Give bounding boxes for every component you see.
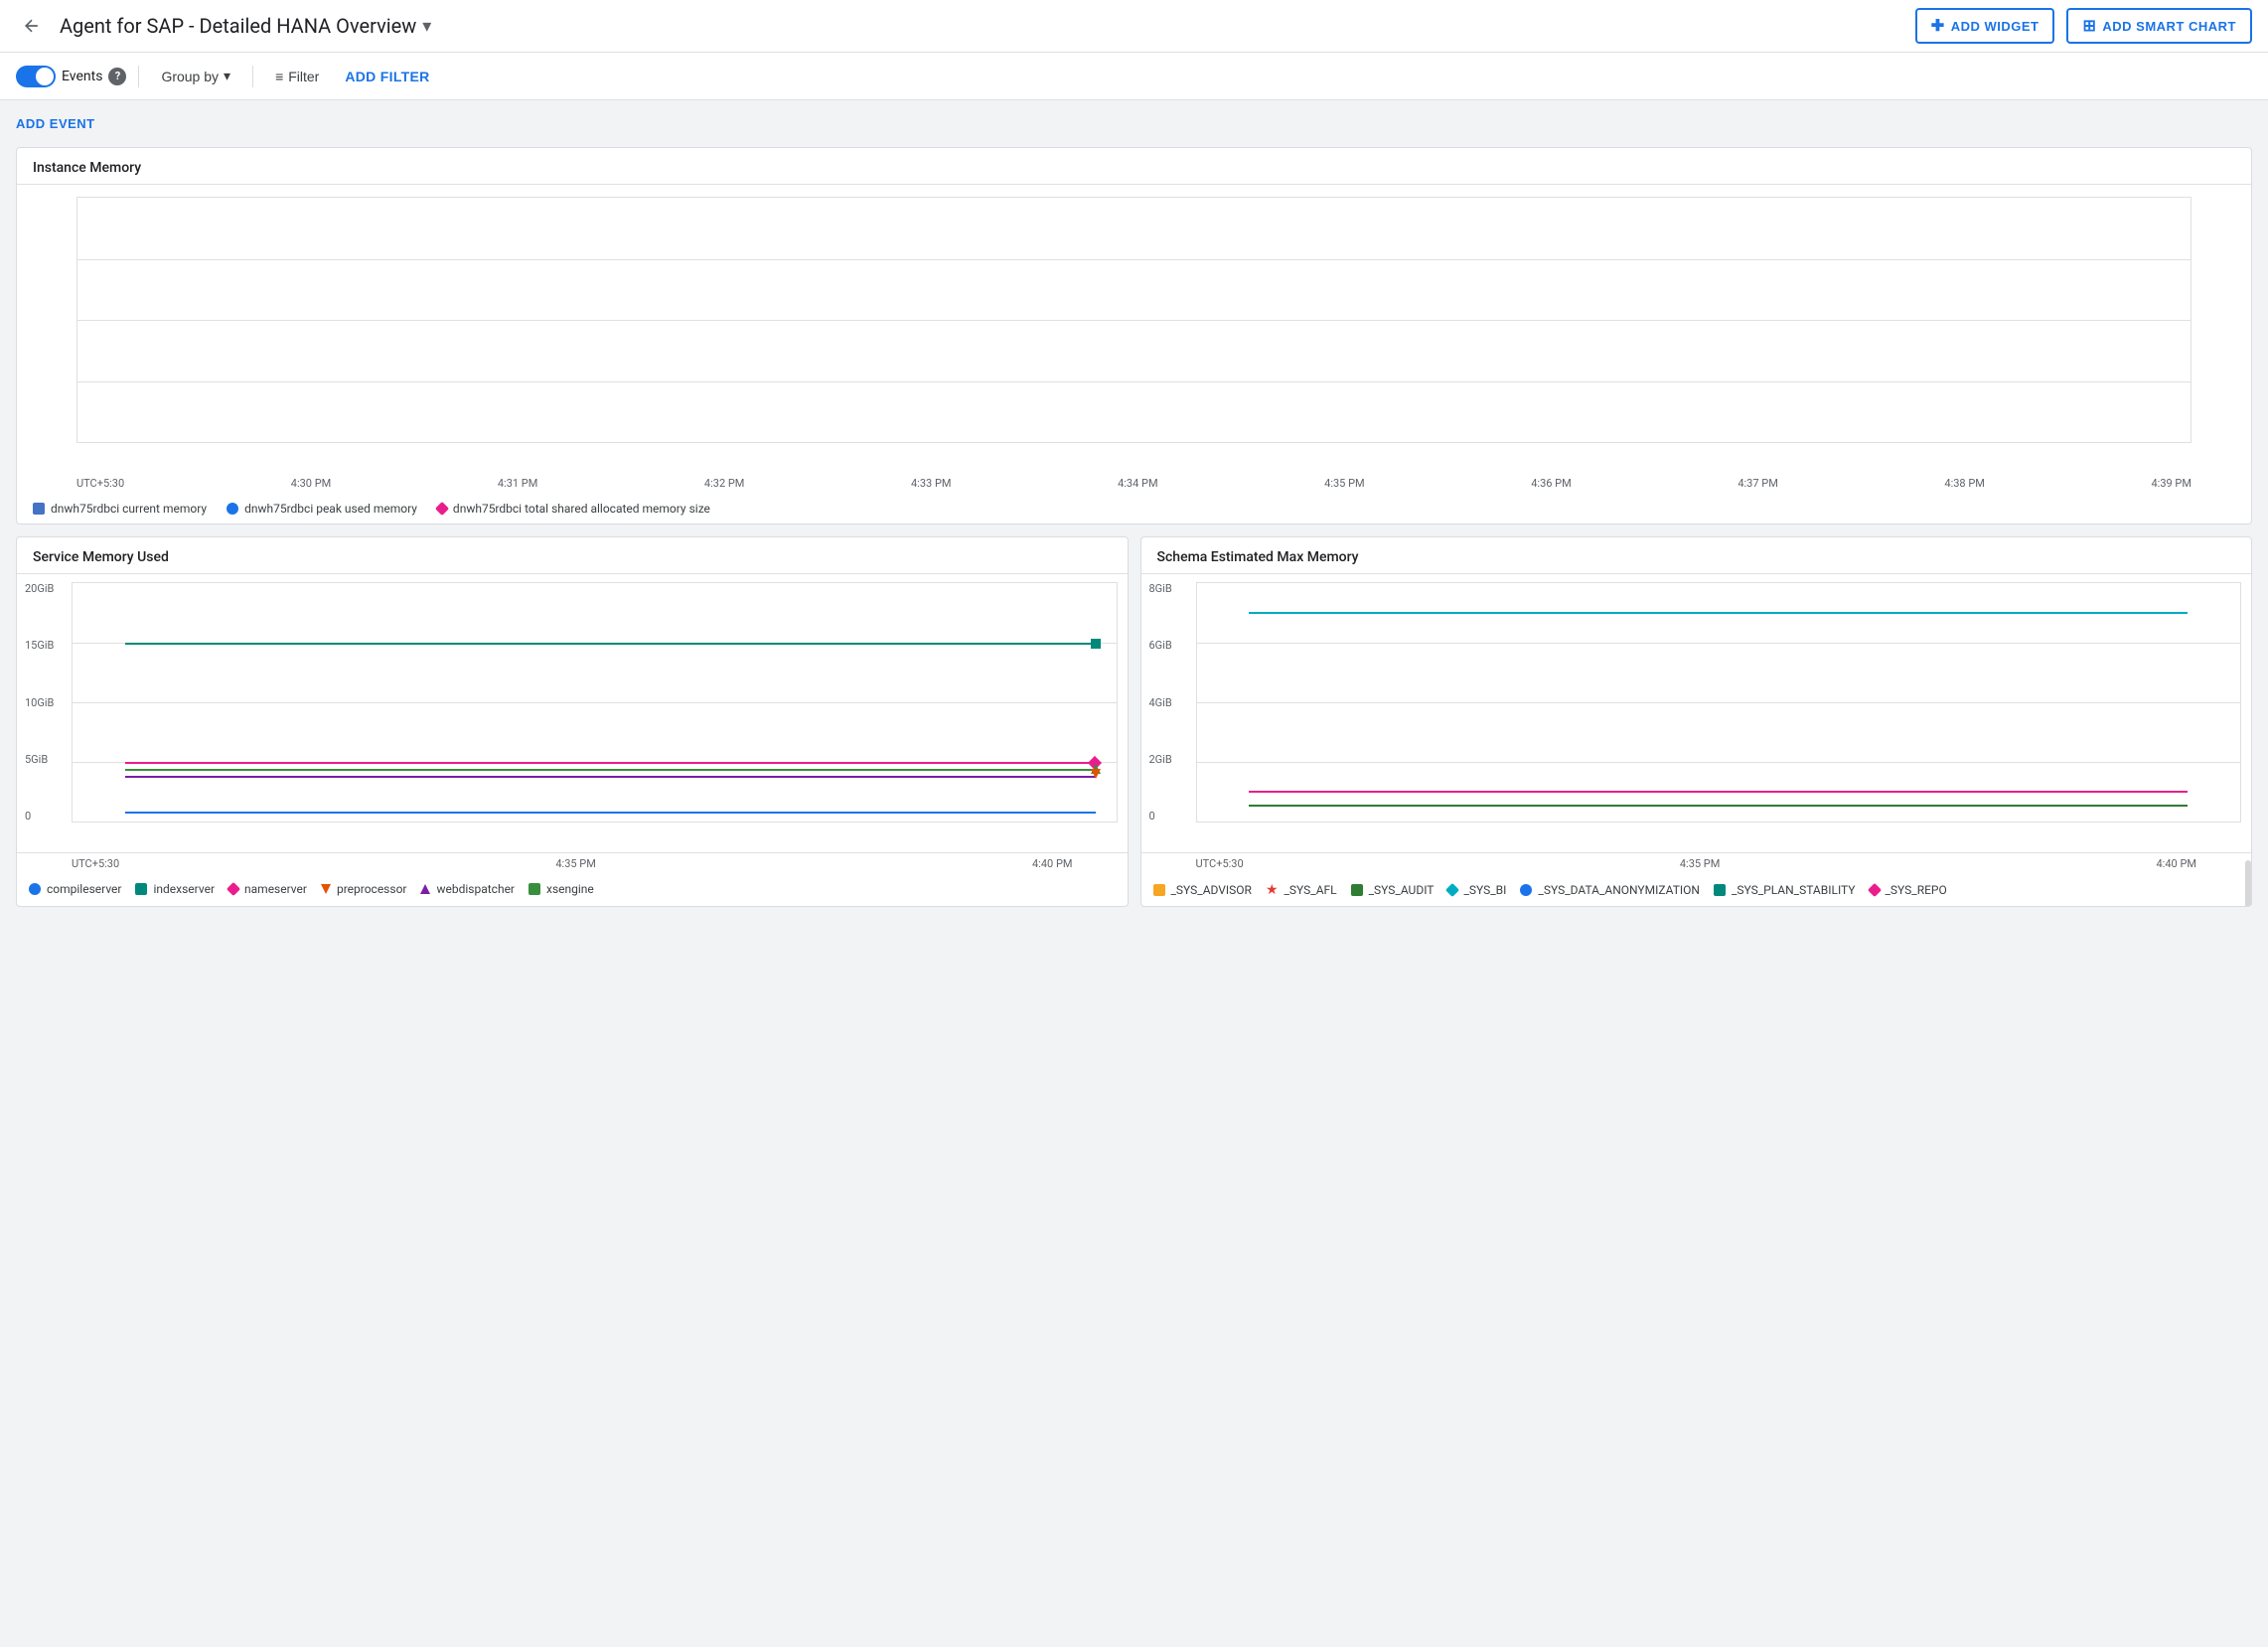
legend-sys-advisor: _SYS_ADVISOR <box>1153 883 1252 897</box>
instance-memory-title: Instance Memory <box>17 148 2251 185</box>
legend-sys-audit: _SYS_AUDIT <box>1351 883 1435 897</box>
grid-line-3 <box>77 381 2191 382</box>
legend-item-shared: dnwh75rdbci total shared allocated memor… <box>437 502 710 516</box>
nameserver-line <box>125 762 1096 764</box>
back-button[interactable] <box>16 10 48 42</box>
schema-memory-legend: _SYS_ADVISOR ★ _SYS_AFL _SYS_AUDIT _SYS_… <box>1141 874 2252 906</box>
service-memory-y-axis: 20GiB 15GiB 10GiB 5GiB 0 <box>25 582 54 823</box>
events-toggle[interactable] <box>16 66 56 87</box>
service-memory-legend: compileserver indexserver nameserver pre… <box>17 874 1128 904</box>
schema-memory-chart-area: 8GiB 6GiB 4GiB 2GiB 0 <box>1141 574 2252 852</box>
filter-icon: ≡ <box>275 69 283 84</box>
schema-memory-y-axis: 8GiB 6GiB 4GiB 2GiB 0 <box>1149 582 1172 823</box>
legend-xsengine: xsengine <box>529 882 594 896</box>
compileserver-line <box>125 812 1096 814</box>
toolbar-divider-2 <box>252 66 253 87</box>
schema-chart-border <box>1196 582 2242 823</box>
sys-audit-line <box>1249 805 2188 807</box>
legend-nameserver: nameserver <box>228 882 307 896</box>
group-by-chevron-icon: ▾ <box>224 68 230 84</box>
instance-memory-time-axis: UTC+5:30 4:30 PM 4:31 PM 4:32 PM 4:33 PM… <box>17 473 2251 494</box>
legend-compileserver: compileserver <box>29 882 121 896</box>
toolbar: Events ? Group by ▾ ≡ Filter ADD FILTER <box>0 53 2268 100</box>
sys-afl-star-icon: ★ <box>1266 882 1279 898</box>
instance-memory-legend: dnwh75rdbci current memory dnwh75rdbci p… <box>17 494 2251 524</box>
toolbar-divider <box>138 66 139 87</box>
indexserver-marker <box>1091 639 1101 649</box>
add-smart-chart-icon: ⊞ <box>2082 16 2096 36</box>
preprocessor-marker <box>1091 769 1101 779</box>
indexserver-line <box>125 643 1096 645</box>
webdispatcher-line <box>125 769 1096 771</box>
legend-preprocessor: preprocessor <box>321 882 407 896</box>
legend-webdispatcher: webdispatcher <box>420 882 515 896</box>
legend-item-peak: dnwh75rdbci peak used memory <box>227 502 417 516</box>
legend-indexserver: indexserver <box>135 882 215 896</box>
header-actions: ✚ ADD WIDGET ⊞ ADD SMART CHART <box>1915 8 2252 44</box>
events-label: Events <box>62 69 102 84</box>
service-memory-card: Service Memory Used 20GiB 15GiB 10GiB 5G… <box>16 536 1129 907</box>
schema-memory-title: Schema Estimated Max Memory <box>1141 537 2252 574</box>
add-smart-chart-button[interactable]: ⊞ ADD SMART CHART <box>2066 8 2252 44</box>
sys-bi-line <box>1249 612 2188 614</box>
title-dropdown-icon[interactable]: ▾ <box>422 16 431 37</box>
legend-color-shared <box>435 502 449 516</box>
charts-row: Service Memory Used 20GiB 15GiB 10GiB 5G… <box>16 536 2252 907</box>
header: Agent for SAP - Detailed HANA Overview ▾… <box>0 0 2268 53</box>
service-memory-chart-area: 20GiB 15GiB 10GiB 5GiB 0 <box>17 574 1128 852</box>
webdispatcher-icon <box>420 884 430 894</box>
preprocessor-icon <box>321 884 331 894</box>
service-chart-border <box>72 582 1118 823</box>
events-toggle-wrap: Events ? <box>16 66 126 87</box>
filter-button[interactable]: ≡ Filter <box>265 64 329 89</box>
legend-color-peak <box>227 503 238 515</box>
page-title: Agent for SAP - Detailed HANA Overview ▾ <box>60 14 431 38</box>
instance-memory-card: Instance Memory UTC+5:30 4:30 PM 4:31 PM… <box>16 147 2252 524</box>
group-by-button[interactable]: Group by ▾ <box>151 63 240 89</box>
schema-memory-card: Schema Estimated Max Memory 8GiB 6GiB 4G… <box>1140 536 2253 907</box>
toggle-knob <box>36 68 54 85</box>
legend-sys-repo: _SYS_REPO <box>1870 883 1947 897</box>
legend-item-current: dnwh75rdbci current memory <box>33 502 207 516</box>
add-filter-button[interactable]: ADD FILTER <box>337 64 437 89</box>
chart-border <box>76 197 2192 443</box>
legend-sys-plan: _SYS_PLAN_STABILITY <box>1714 883 1856 897</box>
legend-color-current <box>33 503 45 515</box>
service-memory-title: Service Memory Used <box>17 537 1128 574</box>
scrollbar[interactable] <box>2245 860 2251 907</box>
grid-line-2 <box>77 320 2191 321</box>
legend-sys-data-anon: _SYS_DATA_ANONYMIZATION <box>1520 883 1700 897</box>
legend-sys-bi: _SYS_BI <box>1447 883 1506 897</box>
grid-line-1 <box>77 259 2191 260</box>
instance-memory-chart-area <box>17 185 2251 473</box>
legend-sys-afl: ★ _SYS_AFL <box>1266 882 1337 898</box>
events-info-icon[interactable]: ? <box>108 68 126 85</box>
add-widget-button[interactable]: ✚ ADD WIDGET <box>1915 8 2055 44</box>
schema-time-axis: UTC+5:30 4:35 PM 4:40 PM <box>1141 852 2252 874</box>
sys-plan-line <box>1249 791 2188 793</box>
content: ADD EVENT Instance Memory UTC+5:30 4:30 … <box>0 100 2268 919</box>
add-widget-icon: ✚ <box>1931 16 1945 36</box>
add-event-button[interactable]: ADD EVENT <box>16 112 95 135</box>
service-time-axis: UTC+5:30 4:35 PM 4:40 PM <box>17 852 1128 874</box>
preprocessor-line <box>125 776 1096 778</box>
